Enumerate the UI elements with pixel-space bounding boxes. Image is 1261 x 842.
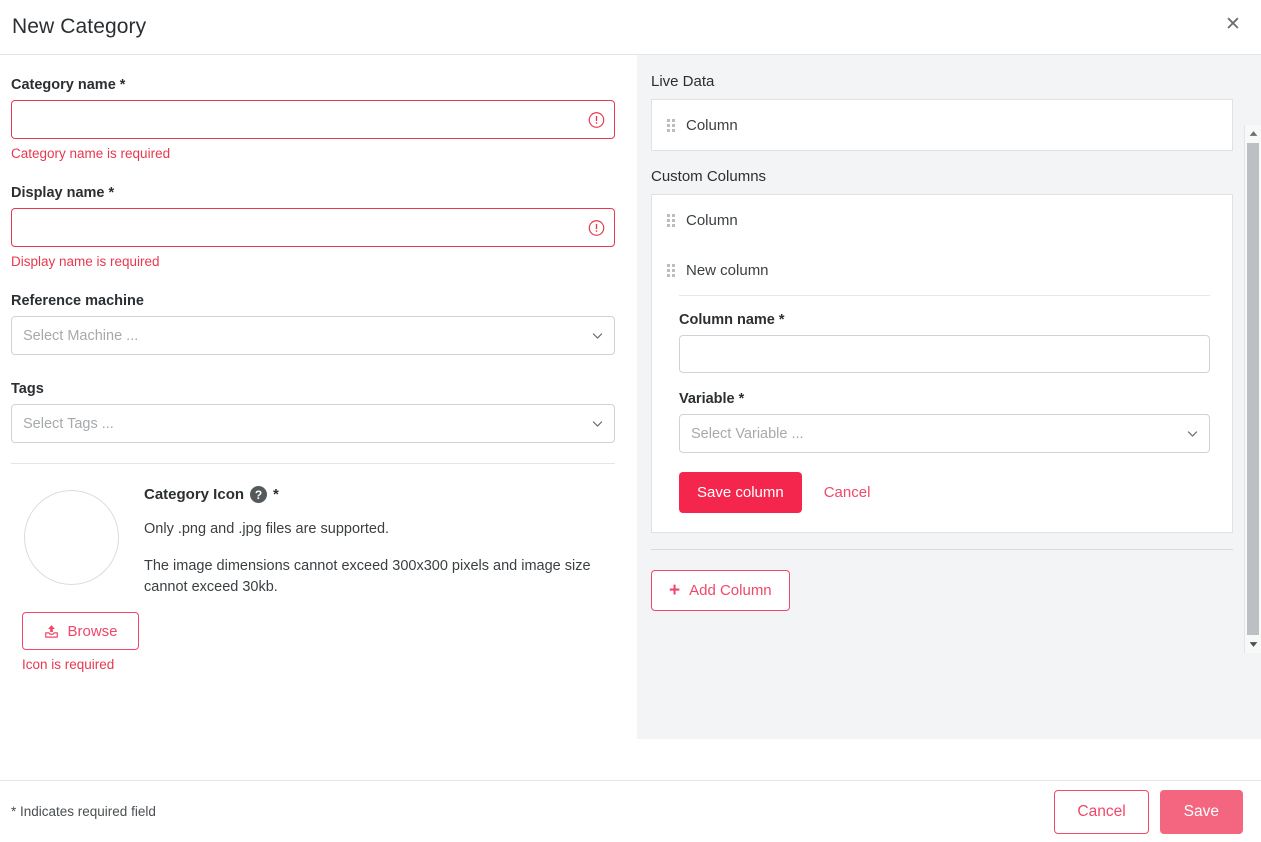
help-icon[interactable]: ? xyxy=(250,486,268,503)
field-category-name: Category name * Category name is require… xyxy=(11,77,615,161)
field-reference-machine: Reference machine Select Machine ... xyxy=(11,293,615,355)
drag-handle-icon[interactable] xyxy=(667,213,675,227)
page-title: New Category xyxy=(12,15,147,38)
reference-machine-select[interactable]: Select Machine ... xyxy=(11,316,615,355)
category-name-label: Category name * xyxy=(11,77,126,93)
column-name-label: Column name * xyxy=(679,312,785,328)
tags-select[interactable]: Select Tags ... xyxy=(11,404,615,443)
plus-icon: + xyxy=(669,580,681,601)
left-form-pane: Category name * Category name is require… xyxy=(0,55,637,780)
cancel-button[interactable]: Cancel xyxy=(1054,789,1149,834)
scrollbar-thumb[interactable] xyxy=(1247,143,1259,635)
icon-note-formats: Only .png and .jpg files are supported. xyxy=(144,521,390,537)
custom-columns-list: Column New column Column name * Variable… xyxy=(651,194,1233,533)
dialog-header: New Category ✕ xyxy=(0,0,1261,55)
columns-pane: Live Data Column Custom Columns Column N… xyxy=(637,55,1261,780)
column-name: Column xyxy=(686,116,738,134)
drag-handle-icon[interactable] xyxy=(667,263,675,277)
category-icon-title-row: Category Icon ? * xyxy=(144,486,614,503)
display-name-input[interactable] xyxy=(11,208,615,247)
avatar xyxy=(24,490,119,585)
icon-error: Icon is required xyxy=(22,657,115,672)
tags-label: Tags xyxy=(11,381,44,397)
panel-divider xyxy=(651,549,1233,550)
add-column-label: Add Column xyxy=(689,582,772,599)
list-item-expanded: New column Column name * Variable * Sele… xyxy=(652,245,1232,532)
browse-label: Browse xyxy=(67,622,118,640)
upload-icon xyxy=(45,624,59,638)
reference-machine-label: Reference machine xyxy=(11,293,144,309)
category-icon-section: Browse Icon is required Category Icon ? … xyxy=(11,464,615,672)
cancel-column-button[interactable]: Cancel xyxy=(818,483,877,502)
field-tags: Tags Select Tags ... xyxy=(11,381,615,443)
icon-note-dimensions: The image dimensions cannot exceed 300x3… xyxy=(144,558,591,596)
column-name-input[interactable] xyxy=(679,335,1210,373)
variable-select[interactable]: Select Variable ... xyxy=(679,414,1210,453)
list-item[interactable]: Column xyxy=(652,100,1232,150)
dialog-footer: * Indicates required field Cancel Save xyxy=(0,780,1261,842)
editor-divider xyxy=(679,295,1210,296)
variable-placeholder: Select Variable ... xyxy=(691,425,804,442)
scroll-down-arrow-icon[interactable] xyxy=(1245,636,1261,653)
column-editor: Column name * Variable * Select Variable… xyxy=(652,295,1232,532)
list-item[interactable]: New column xyxy=(652,245,1232,295)
reference-machine-placeholder: Select Machine ... xyxy=(23,327,139,344)
display-name-label: Display name * xyxy=(11,185,115,201)
category-icon-label: Category Icon xyxy=(144,486,245,503)
field-display-name: Display name * Display name is required xyxy=(11,185,615,269)
new-category-dialog: New Category ✕ Category name * Category … xyxy=(0,0,1261,842)
scrollbar[interactable] xyxy=(1244,125,1261,653)
category-name-error: Category name is required xyxy=(11,146,171,161)
variable-label: Variable * xyxy=(679,391,745,407)
category-name-input[interactable] xyxy=(11,100,615,139)
drag-handle-icon[interactable] xyxy=(667,118,675,132)
display-name-error: Display name is required xyxy=(11,254,160,269)
required-field-note: * Indicates required field xyxy=(11,804,156,819)
required-asterisk: * xyxy=(273,486,279,503)
column-name: Column xyxy=(686,211,738,229)
scroll-up-arrow-icon[interactable] xyxy=(1245,125,1261,142)
custom-columns-label: Custom Columns xyxy=(651,168,767,185)
list-item[interactable]: Column xyxy=(652,195,1232,245)
dialog-body: Category name * Category name is require… xyxy=(0,55,1261,780)
add-column-button[interactable]: + Add Column xyxy=(651,570,790,611)
close-icon[interactable]: ✕ xyxy=(1217,8,1249,40)
panel-bottom-filler xyxy=(637,739,1261,780)
live-data-label: Live Data xyxy=(651,73,715,90)
save-column-button[interactable]: Save column xyxy=(679,472,802,513)
live-data-column-list: Column xyxy=(651,99,1233,151)
save-button[interactable]: Save xyxy=(1159,789,1243,834)
column-name: New column xyxy=(686,261,769,279)
browse-button[interactable]: Browse xyxy=(22,612,139,650)
tags-placeholder: Select Tags ... xyxy=(23,415,114,432)
